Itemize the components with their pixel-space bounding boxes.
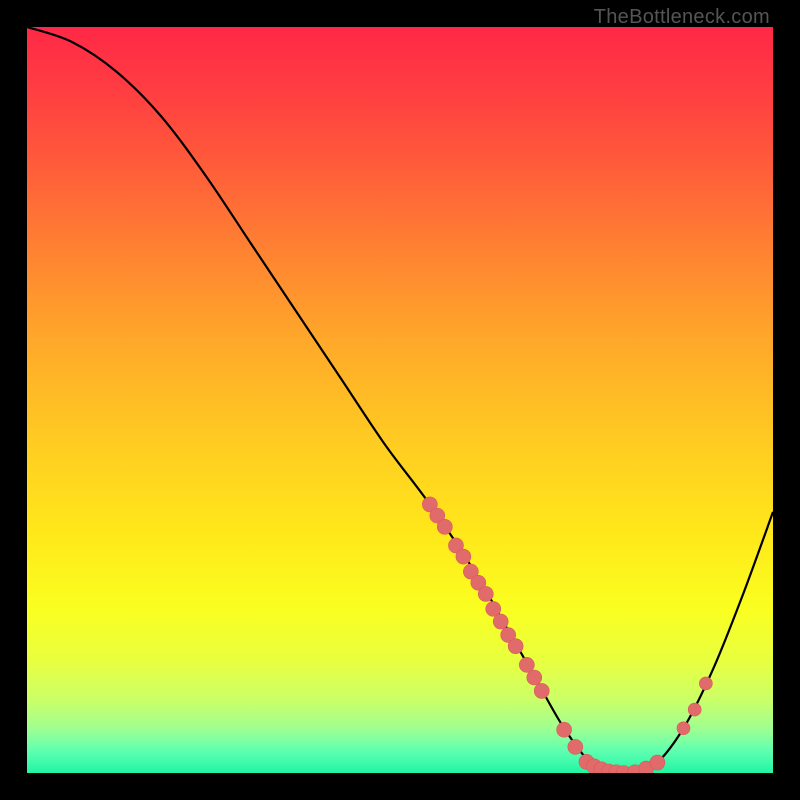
curve-marker xyxy=(478,586,493,601)
curve-marker xyxy=(456,549,471,564)
curve-marker xyxy=(688,703,701,716)
chart-plot-area xyxy=(27,27,773,773)
curve-marker xyxy=(527,670,542,685)
watermark-text: TheBottleneck.com xyxy=(594,6,770,29)
curve-marker xyxy=(508,639,523,654)
bottleneck-curve-svg xyxy=(27,27,773,773)
bottleneck-curve-line xyxy=(27,27,773,773)
curve-marker xyxy=(534,683,549,698)
curve-marker xyxy=(650,755,665,770)
curve-marker xyxy=(677,722,690,735)
curve-marker xyxy=(699,677,712,690)
curve-marker xyxy=(557,722,572,737)
curve-marker xyxy=(568,739,583,754)
curve-markers xyxy=(422,497,712,773)
curve-marker xyxy=(493,614,508,629)
curve-marker xyxy=(437,519,452,534)
